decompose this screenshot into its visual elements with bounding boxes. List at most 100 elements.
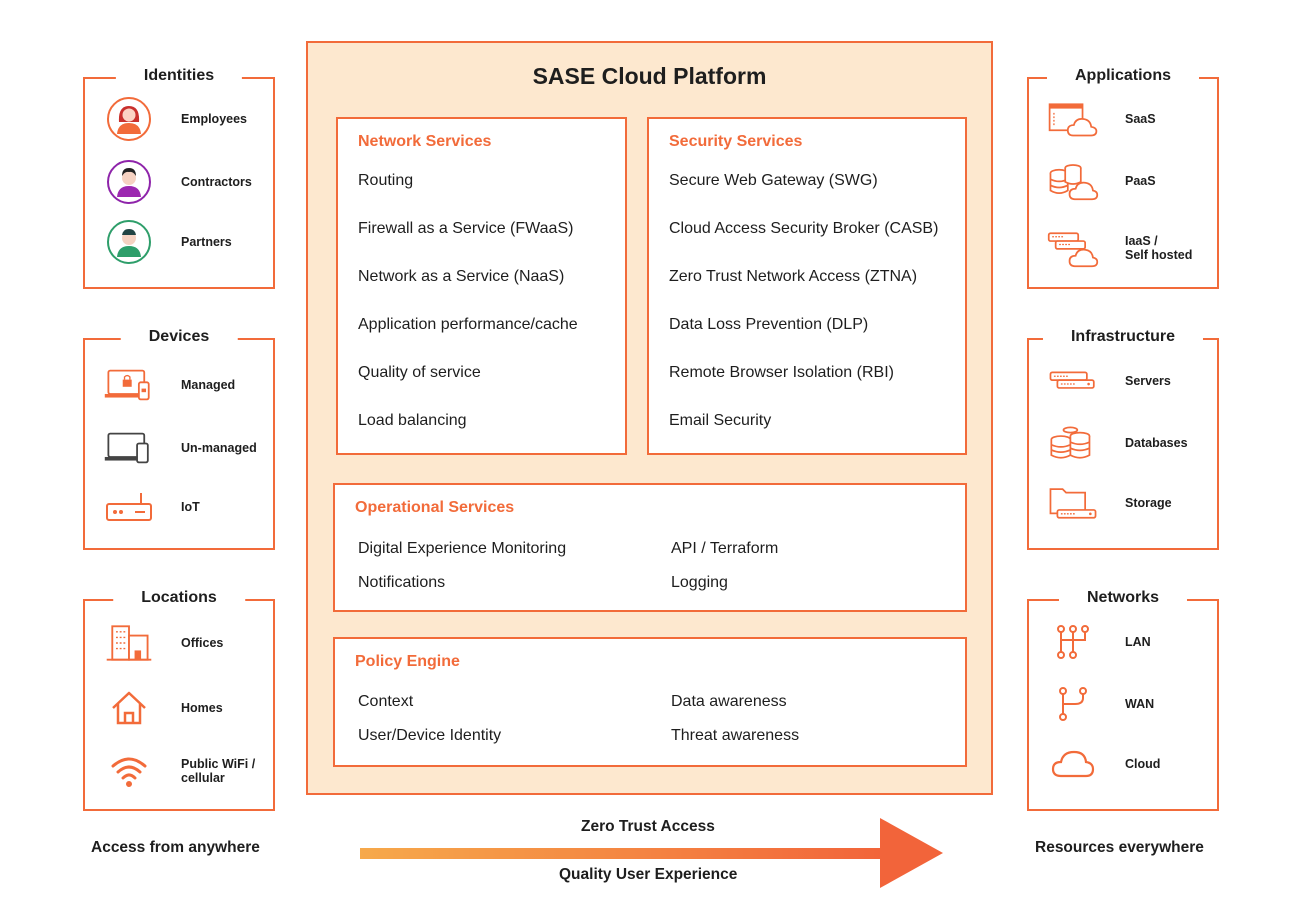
locations-group: Locations Offices Homes Public WiFi / ce… xyxy=(83,589,275,811)
app-label: PaaS xyxy=(1125,174,1156,188)
policy-item: Threat awareness xyxy=(671,727,800,744)
policy-item: Context xyxy=(358,693,414,710)
networks-title: Networks xyxy=(1058,589,1188,607)
network-service-item: Routing xyxy=(358,172,414,189)
sase-platform: SASE Cloud Platform Network Services Rou… xyxy=(306,41,993,795)
left-footer: Access from anywhere xyxy=(91,839,260,856)
partner-avatar-icon xyxy=(103,218,155,266)
device-label: Managed xyxy=(181,378,236,392)
identities-group: Identities Employees Contractors Partner… xyxy=(83,67,275,289)
network-service-item: Network as a Service (NaaS) xyxy=(358,268,565,285)
network-service-item: Firewall as a Service (FWaaS) xyxy=(358,220,574,237)
security-service-item: Secure Web Gateway (SWG) xyxy=(669,172,878,189)
network-service-item: Application performance/cache xyxy=(358,316,578,333)
applications-group: Applications SaaS PaaS IaaS / Self hoste… xyxy=(1027,67,1219,289)
devices-title: Devices xyxy=(120,328,238,346)
location-homes: Homes xyxy=(103,684,223,732)
location-label: Offices xyxy=(181,636,224,650)
home-icon xyxy=(103,684,155,732)
location-label-line1: Public WiFi / xyxy=(181,757,256,771)
databases-icon xyxy=(1047,419,1099,467)
lan-icon xyxy=(1047,618,1099,666)
operational-service-item: Digital Experience Monitoring xyxy=(358,540,567,557)
contractor-avatar-icon xyxy=(103,158,155,206)
app-saas: SaaS xyxy=(1047,95,1156,143)
security-service-item: Remote Browser Isolation (RBI) xyxy=(669,364,894,381)
security-services-box: Security Services Secure Web Gateway (SW… xyxy=(647,117,967,455)
cloud-icon xyxy=(1047,740,1099,788)
app-label: IaaS / Self hosted xyxy=(1125,234,1192,262)
security-service-item: Data Loss Prevention (DLP) xyxy=(669,316,869,333)
location-offices: Offices xyxy=(103,619,223,667)
identity-contractors: Contractors xyxy=(103,158,252,206)
device-label: IoT xyxy=(181,500,200,514)
device-iot: IoT xyxy=(103,483,200,531)
device-unmanaged: Un-managed xyxy=(103,424,257,472)
network-label: WAN xyxy=(1125,697,1155,711)
app-iaas: IaaS / Self hosted xyxy=(1047,224,1192,272)
security-service-item: Cloud Access Security Broker (CASB) xyxy=(669,220,939,237)
security-service-item: Zero Trust Network Access (ZTNA) xyxy=(669,268,918,285)
infra-label: Servers xyxy=(1125,374,1171,388)
iot-device-icon xyxy=(103,483,155,531)
network-label: LAN xyxy=(1125,635,1151,649)
app-label: SaaS xyxy=(1125,112,1156,126)
network-services-box: Network Services Routing Firewall as a S… xyxy=(336,117,627,455)
wifi-icon xyxy=(103,747,155,795)
security-service-item: Email Security xyxy=(669,412,772,429)
unmanaged-laptop-icon xyxy=(103,424,155,472)
network-lan: LAN xyxy=(1047,618,1151,666)
network-service-item: Quality of service xyxy=(358,364,481,381)
managed-laptop-icon xyxy=(103,361,155,409)
infra-label: Storage xyxy=(1125,496,1172,510)
office-building-icon xyxy=(103,619,155,667)
operational-services-box: Operational Services Digital Experience … xyxy=(333,483,967,612)
infra-label: Databases xyxy=(1125,436,1188,450)
employee-avatar-icon xyxy=(103,95,155,143)
location-label: Homes xyxy=(181,701,223,715)
network-label: Cloud xyxy=(1125,757,1161,771)
app-label-line2: Self hosted xyxy=(1125,248,1193,262)
identity-employees: Employees xyxy=(103,95,247,143)
iaas-server-cloud-icon xyxy=(1047,224,1099,272)
network-wan: WAN xyxy=(1047,680,1154,728)
policy-engine-box: Policy Engine Context Data awareness Use… xyxy=(333,637,967,767)
applications-title: Applications xyxy=(1046,67,1200,85)
operational-service-item: API / Terraform xyxy=(671,540,779,557)
infrastructure-group: Infrastructure Servers Databases Storage xyxy=(1027,328,1219,550)
infra-databases: Databases xyxy=(1047,419,1188,467)
app-label-line1: IaaS / xyxy=(1125,234,1158,248)
right-footer: Resources everywhere xyxy=(1035,839,1204,856)
location-wifi: Public WiFi / cellular xyxy=(103,747,255,795)
network-service-item: Load balancing xyxy=(358,412,467,429)
saas-cloud-icon xyxy=(1047,95,1099,143)
network-services-title: Network Services xyxy=(358,133,492,150)
location-label-line2: cellular xyxy=(181,771,225,785)
identity-label: Employees xyxy=(181,112,248,126)
servers-icon xyxy=(1047,357,1099,405)
storage-folder-icon xyxy=(1047,479,1099,527)
policy-item: User/Device Identity xyxy=(358,727,502,744)
networks-group: Networks LAN WAN Cloud xyxy=(1027,589,1219,811)
identity-partners: Partners xyxy=(103,218,232,266)
location-label: Public WiFi / cellular xyxy=(181,757,255,785)
network-cloud: Cloud xyxy=(1047,740,1160,788)
device-managed: Managed xyxy=(103,361,235,409)
security-services-title: Security Services xyxy=(669,133,803,150)
wan-icon xyxy=(1047,680,1099,728)
app-paas: PaaS xyxy=(1047,157,1156,205)
operational-services-title: Operational Services xyxy=(355,499,515,516)
locations-title: Locations xyxy=(113,589,245,607)
devices-group: Devices Managed Un-managed IoT xyxy=(83,328,275,550)
operational-service-item: Logging xyxy=(671,574,728,591)
paas-database-cloud-icon xyxy=(1047,157,1099,205)
infra-storage: Storage xyxy=(1047,479,1172,527)
policy-engine-title: Policy Engine xyxy=(355,653,460,670)
infra-servers: Servers xyxy=(1047,357,1171,405)
identity-label: Partners xyxy=(181,235,232,249)
arrow-bottom-label: Quality User Experience xyxy=(559,866,738,883)
infrastructure-title: Infrastructure xyxy=(1042,328,1204,346)
operational-service-item: Notifications xyxy=(358,574,446,591)
identities-title: Identities xyxy=(115,67,243,85)
identity-label: Contractors xyxy=(181,175,252,189)
